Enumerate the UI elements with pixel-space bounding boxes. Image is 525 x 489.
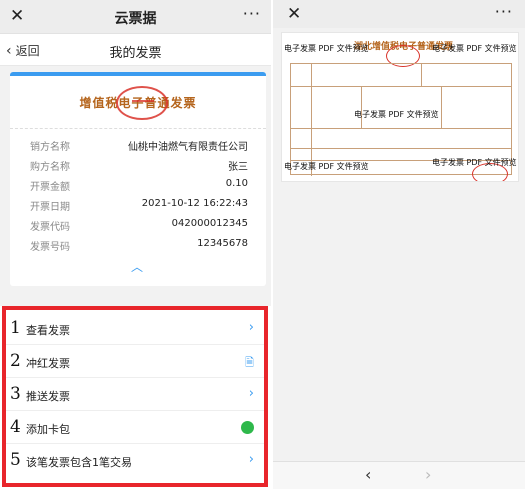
more-icon[interactable]: ··· xyxy=(495,2,513,21)
table-line xyxy=(291,86,511,87)
field-value: 仙桃中油燃气有限责任公司 xyxy=(128,142,248,153)
field-number: 发票号码 12345678 xyxy=(30,238,248,256)
preview-footer: ‹ › xyxy=(273,461,525,489)
menu-number: 3 xyxy=(10,384,21,404)
field-value: 张三 xyxy=(228,162,248,173)
more-icon[interactable]: ··· xyxy=(243,4,261,23)
field-value: 2021-10-12 16:22:43 xyxy=(141,198,248,209)
chevron-right-icon: › xyxy=(248,386,254,401)
field-value: 12345678 xyxy=(197,238,248,249)
table-line xyxy=(291,148,511,149)
menu-item-red-invoice[interactable]: 2 冲红发票 🗎 xyxy=(4,345,268,378)
field-amount: 开票金额 0.10 xyxy=(30,178,248,196)
menu-number: 2 xyxy=(10,351,21,371)
pdf-document[interactable]: 湖北增值税电子普通发票 电子发票 PDF 文件预览 电子发票 PDF 文件预览 … xyxy=(281,32,519,182)
field-value: 0.10 xyxy=(225,178,248,189)
menu-label: 推送发票 xyxy=(26,390,70,403)
chevron-right-icon: › xyxy=(248,452,254,467)
table-line xyxy=(311,64,312,176)
field-key: 销方名称 xyxy=(30,142,70,153)
field-date: 开票日期 2021-10-12 16:22:43 xyxy=(30,198,248,216)
menu-item-transactions[interactable]: 5 该笔发票包含1笔交易 › xyxy=(4,444,268,477)
menu-number: 5 xyxy=(10,450,21,470)
field-key: 开票日期 xyxy=(30,202,70,213)
watermark-text: 电子发票 PDF 文件预览 xyxy=(432,158,517,167)
field-seller: 销方名称 仙桃中油燃气有限责任公司 xyxy=(30,138,248,156)
field-key: 发票号码 xyxy=(30,242,70,253)
watermark-text: 电子发票 PDF 文件预览 xyxy=(284,162,369,171)
app-topbar: ✕ 云票据 ··· xyxy=(0,0,271,34)
field-value: 042000012345 xyxy=(171,218,248,229)
document-icon: 🗎 xyxy=(245,356,254,369)
menu-label: 该笔发票包含1笔交易 xyxy=(26,456,132,469)
invoice-detail-panel: ✕ 云票据 ··· ‹ 返回 我的发票 增值税电子普通发票 销方名称 仙桃中油燃气有… xyxy=(0,0,271,489)
page-navbar: ‹ 返回 我的发票 xyxy=(0,34,271,66)
page-title: 我的发票 xyxy=(109,46,162,61)
watermark-text: 电子发票 PDF 文件预览 xyxy=(284,44,369,53)
seal-stamp-bar xyxy=(132,100,154,102)
wechat-icon xyxy=(241,421,254,434)
watermark-text: 电子发票 PDF 文件预览 xyxy=(432,44,517,53)
app-title: 云票据 xyxy=(114,11,157,27)
menu-number: 1 xyxy=(10,318,21,338)
watermark-text: 电子发票 PDF 文件预览 xyxy=(354,110,439,119)
menu-item-push-invoice[interactable]: 3 推送发票 › xyxy=(4,378,268,411)
field-key: 购方名称 xyxy=(30,162,70,173)
action-menu: 1 查看发票 › 2 冲红发票 🗎 3 推送发票 › 4 添加卡包 5 该笔发票… xyxy=(0,306,271,489)
table-line xyxy=(421,64,422,86)
field-code: 发票代码 042000012345 xyxy=(30,218,248,236)
chevron-left-icon[interactable]: ‹ xyxy=(365,465,371,484)
menu-label: 查看发票 xyxy=(26,324,70,337)
table-line xyxy=(441,86,442,128)
field-buyer: 购方名称 张三 xyxy=(30,158,248,176)
seal-stamp-icon xyxy=(116,86,168,120)
table-line xyxy=(361,86,362,128)
field-key: 发票代码 xyxy=(30,222,70,233)
chevron-right-icon: › xyxy=(248,320,254,335)
pdf-preview-panel: ✕ ··· 湖北增值税电子普通发票 电子发票 PDF 文件预览 电子发票 PDF… xyxy=(273,0,525,489)
menu-label: 添加卡包 xyxy=(26,423,70,436)
invoice-card: 增值税电子普通发票 销方名称 仙桃中油燃气有限责任公司 购方名称 张三 开票金额 0.… xyxy=(10,72,266,286)
field-key: 开票金额 xyxy=(30,182,70,193)
menu-item-view-invoice[interactable]: 1 查看发票 › xyxy=(4,312,268,345)
table-line xyxy=(291,128,511,129)
menu-number: 4 xyxy=(10,417,21,437)
collapse-caret-icon[interactable]: ︿ xyxy=(131,258,143,275)
menu-label: 冲红发票 xyxy=(26,357,70,370)
menu-item-add-card[interactable]: 4 添加卡包 xyxy=(4,411,268,444)
card-stripe xyxy=(10,72,266,76)
close-icon[interactable]: ✕ xyxy=(287,4,301,24)
perforation-divider xyxy=(10,128,266,129)
chevron-right-icon[interactable]: › xyxy=(425,465,431,484)
preview-topbar: ✕ ··· xyxy=(273,0,525,28)
